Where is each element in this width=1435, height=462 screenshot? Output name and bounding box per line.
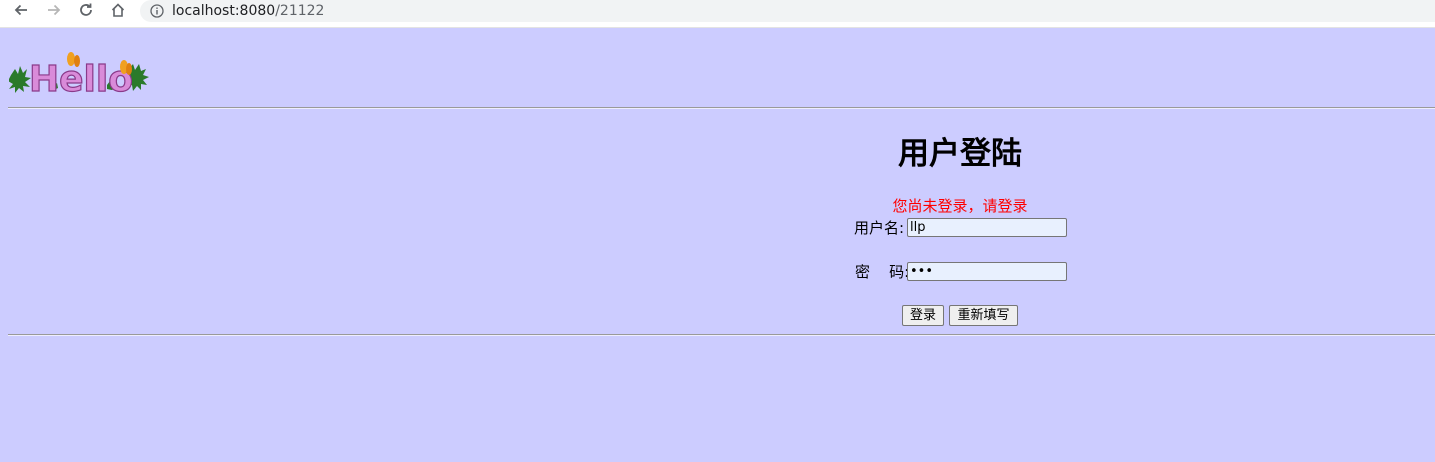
top-divider	[8, 107, 1435, 109]
url-host: localhost:8080	[172, 3, 276, 19]
username-input[interactable]	[907, 218, 1067, 237]
password-input[interactable]	[907, 262, 1067, 281]
url-path: /21122	[275, 3, 325, 19]
login-button[interactable]: 登录	[902, 305, 944, 326]
home-icon[interactable]	[108, 0, 128, 20]
reload-icon[interactable]	[76, 0, 96, 20]
reset-button[interactable]: 重新填写	[949, 305, 1018, 326]
username-label: 用户名:	[854, 219, 905, 237]
page-body: Hello 用户登陆 您尚未登录，请登录 用户名: 密 码: 登录 重新填写	[0, 28, 1435, 462]
info-icon[interactable]	[150, 4, 164, 18]
password-label: 密 码:	[855, 263, 910, 281]
url-text[interactable]: localhost:8080/21122	[172, 3, 324, 19]
bottom-divider	[8, 334, 1435, 336]
page-title: 用户登陆	[898, 136, 1022, 172]
hello-logo: Hello	[8, 45, 156, 101]
login-status-message: 您尚未登录，请登录	[892, 197, 1028, 215]
browser-toolbar: localhost:8080/21122	[0, 0, 1435, 28]
address-bar[interactable]: localhost:8080/21122	[140, 0, 1435, 22]
svg-text:Hello: Hello	[29, 59, 133, 97]
forward-arrow-icon[interactable]	[44, 0, 64, 20]
back-arrow-icon[interactable]	[11, 0, 31, 20]
